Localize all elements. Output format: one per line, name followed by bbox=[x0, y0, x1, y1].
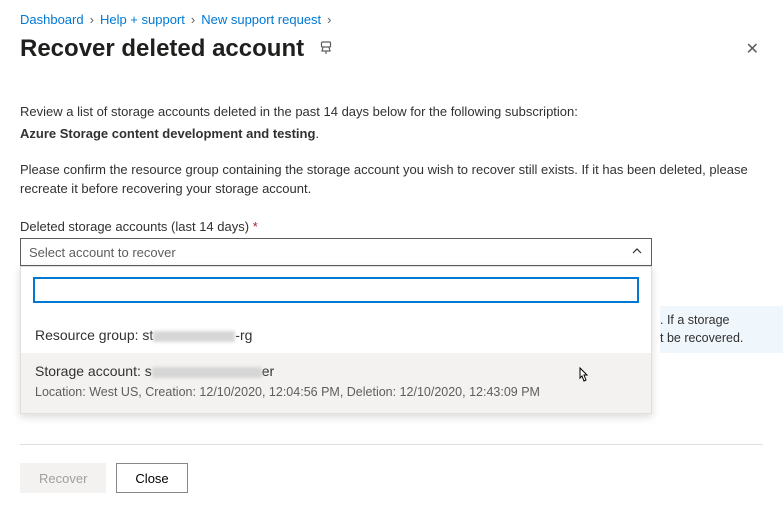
rg-prefix: Resource group: st bbox=[35, 327, 153, 343]
required-asterisk: * bbox=[253, 219, 258, 234]
subscription-name: Azure Storage content development and te… bbox=[20, 125, 763, 143]
rg-suffix: -rg bbox=[235, 327, 252, 343]
sa-prefix: Storage account: s bbox=[35, 363, 152, 379]
footer-buttons: Recover Close bbox=[20, 463, 763, 493]
breadcrumb-link-help-support[interactable]: Help + support bbox=[100, 12, 185, 27]
instruction-paragraph: Please confirm the resource group contai… bbox=[20, 161, 763, 199]
option-details: Location: West US, Creation: 12/10/2020,… bbox=[35, 385, 637, 399]
chevron-right-icon: › bbox=[90, 12, 94, 27]
dropdown-search-wrap bbox=[21, 267, 651, 313]
redacted-text bbox=[152, 367, 262, 378]
breadcrumb-link-new-support-request[interactable]: New support request bbox=[201, 12, 321, 27]
dropdown-search-input[interactable] bbox=[33, 277, 639, 303]
hint-line1: . If a storage bbox=[660, 313, 729, 327]
breadcrumb-link-dashboard[interactable]: Dashboard bbox=[20, 12, 84, 27]
breadcrumb: Dashboard › Help + support › New support… bbox=[20, 12, 763, 27]
resource-group-header: Resource group: st -rg bbox=[21, 313, 651, 353]
chevron-up-icon bbox=[631, 245, 643, 260]
hint-line2: t be recovered. bbox=[660, 331, 743, 345]
dropdown-container: Select account to recover . If a storage… bbox=[20, 238, 652, 266]
option-title: Storage account: s er bbox=[35, 363, 637, 379]
account-dropdown[interactable]: Select account to recover bbox=[20, 238, 652, 266]
dropdown-panel: Resource group: st -rg Storage account: s… bbox=[20, 266, 652, 414]
storage-account-option[interactable]: Storage account: s er Location: West US, … bbox=[21, 353, 651, 413]
footer-divider bbox=[20, 444, 763, 445]
subscription-bold: Azure Storage content development and te… bbox=[20, 126, 315, 141]
pin-icon[interactable] bbox=[318, 40, 334, 59]
close-icon[interactable]: ✕ bbox=[742, 35, 763, 63]
sa-suffix: er bbox=[262, 363, 274, 379]
recover-button: Recover bbox=[20, 463, 106, 493]
close-button[interactable]: Close bbox=[116, 463, 187, 493]
chevron-right-icon: › bbox=[327, 12, 331, 27]
field-label-text: Deleted storage accounts (last 14 days) bbox=[20, 219, 249, 234]
title-bar: Recover deleted account ✕ bbox=[20, 35, 763, 63]
dropdown-placeholder: Select account to recover bbox=[29, 245, 176, 260]
dot: . bbox=[315, 126, 319, 141]
chevron-right-icon: › bbox=[191, 12, 195, 27]
page-title: Recover deleted account bbox=[20, 35, 304, 63]
redacted-text bbox=[153, 331, 235, 342]
intro-line: Review a list of storage accounts delete… bbox=[20, 103, 763, 121]
info-banner-fragment: . If a storage t be recovered. bbox=[660, 306, 783, 353]
field-label: Deleted storage accounts (last 14 days) … bbox=[20, 219, 763, 234]
